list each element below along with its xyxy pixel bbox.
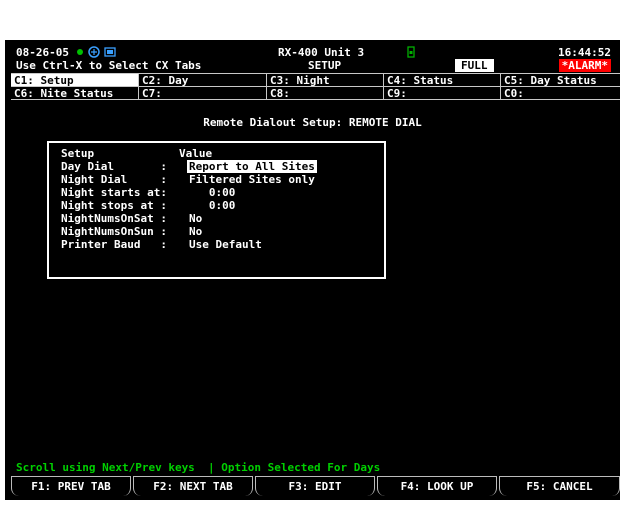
- key-icon: [407, 46, 415, 58]
- tab-c8[interactable]: C8:: [267, 87, 384, 100]
- tab-c4-status[interactable]: C4: Status: [384, 74, 501, 87]
- night-nums-sun-label: NightNumsOnSun :: [61, 225, 167, 238]
- mode-label: SETUP: [308, 59, 342, 72]
- setup-column-header: Setup: [61, 147, 95, 160]
- f2-next-tab-button[interactable]: F2: NEXT TAB: [133, 476, 253, 496]
- value-column-header: Value: [179, 147, 213, 160]
- clock-display: 16:44:52: [558, 46, 611, 59]
- alarm-badge[interactable]: *ALARM*: [558, 59, 611, 72]
- f4-look-up-button[interactable]: F4: LOOK UP: [377, 476, 497, 496]
- night-dial-label: Night Dial :: [61, 173, 167, 186]
- status-dot-icon: [77, 49, 83, 55]
- f1-prev-tab-button[interactable]: F1: PREV TAB: [11, 476, 131, 496]
- f3-edit-button[interactable]: F3: EDIT: [255, 476, 375, 496]
- tab-c2-day[interactable]: C2: Day: [139, 74, 267, 87]
- tab-c0[interactable]: C0:: [501, 87, 620, 100]
- tab-c1-setup[interactable]: C1: Setup: [11, 74, 139, 87]
- terminal-window: 08-26-05 Use Ctrl-X to Select CX Tabs RX…: [5, 40, 620, 500]
- network-icon: [88, 46, 100, 58]
- setup-panel: Setup Value Day Dial : Report to All Sit…: [47, 141, 386, 279]
- night-starts-label: Night starts at:: [61, 186, 167, 199]
- night-starts-value[interactable]: 0:00: [189, 186, 236, 199]
- tab-c6-nite-status[interactable]: C6: Nite Status: [11, 87, 139, 100]
- tab-c5-day-status[interactable]: C5: Day Status: [501, 74, 620, 87]
- f5-cancel-button[interactable]: F5: CANCEL: [499, 476, 620, 496]
- printer-baud-label: Printer Baud :: [61, 238, 167, 251]
- function-key-bar: F1: PREV TAB F2: NEXT TAB F3: EDIT F4: L…: [11, 476, 620, 496]
- status-line: Scroll using Next/Prev keys | Option Sel…: [16, 461, 381, 474]
- screen-title: Remote Dialout Setup: REMOTE DIAL: [203, 116, 422, 129]
- night-nums-sat-value[interactable]: No: [189, 212, 202, 225]
- night-nums-sun-value[interactable]: No: [189, 225, 202, 238]
- tab-c7[interactable]: C7:: [139, 87, 267, 100]
- night-nums-sat-label: NightNumsOnSat :: [61, 212, 167, 225]
- night-stops-label: Night stops at :: [61, 199, 167, 212]
- unit-name: RX-400 Unit 3: [278, 46, 365, 59]
- device-icon: [104, 47, 116, 57]
- full-badge: FULL: [455, 59, 494, 72]
- day-dial-label: Day Dial :: [61, 160, 167, 173]
- tab-c9[interactable]: C9:: [384, 87, 501, 100]
- printer-baud-value[interactable]: Use Default: [189, 238, 262, 251]
- tab-bar: C1: Setup C2: Day C3: Night C4: Status C…: [11, 73, 620, 100]
- day-dial-value[interactable]: Report to All Sites: [187, 160, 317, 173]
- date-display: 08-26-05: [16, 46, 69, 59]
- night-dial-value[interactable]: Filtered Sites only: [189, 173, 315, 186]
- tab-c3-night[interactable]: C3: Night: [267, 74, 384, 87]
- night-stops-value[interactable]: 0:00: [189, 199, 236, 212]
- ctrl-x-hint: Use Ctrl-X to Select CX Tabs: [16, 59, 202, 72]
